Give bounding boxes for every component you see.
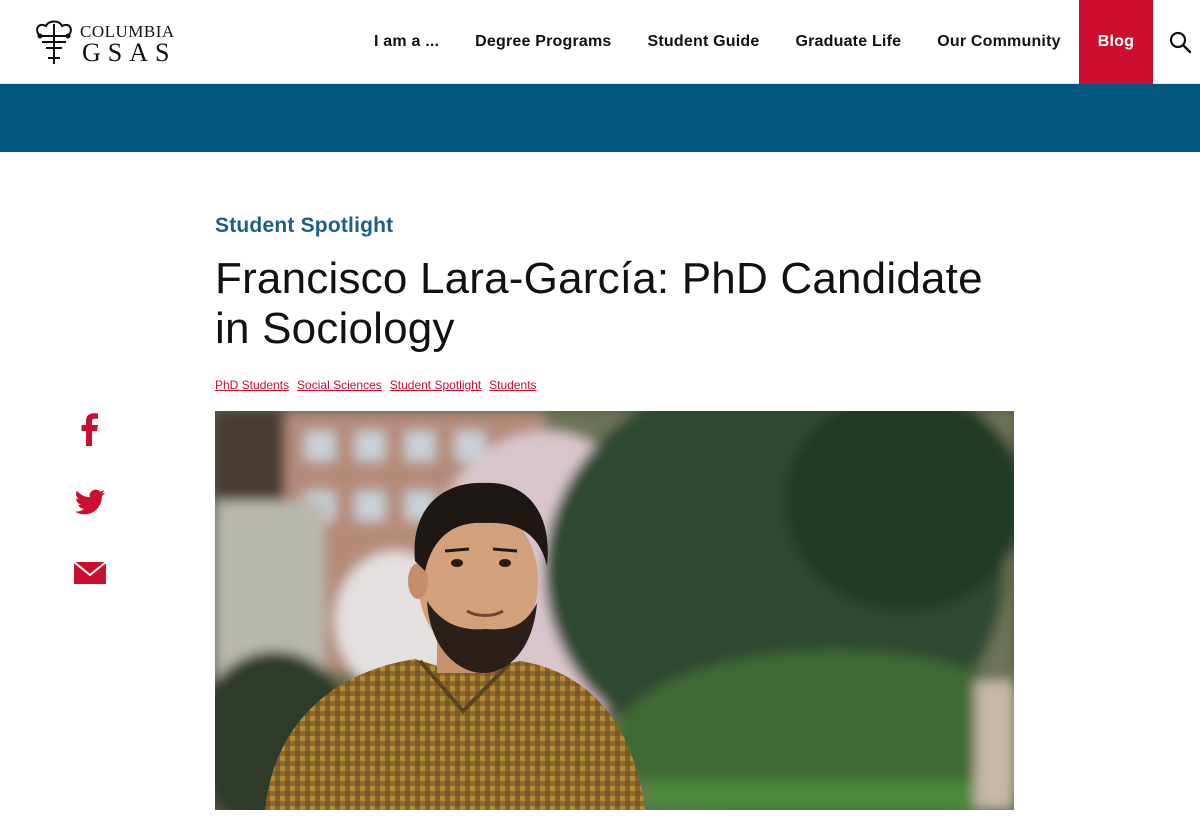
article-category[interactable]: Student Spotlight bbox=[215, 214, 393, 238]
nav-item-blog[interactable]: Blog bbox=[1078, 0, 1154, 84]
site-header: COLUMBIA GSAS I am a ... Degree Programs… bbox=[0, 0, 1200, 84]
email-share-button[interactable] bbox=[72, 554, 108, 590]
crown-icon bbox=[36, 20, 72, 64]
main-nav: I am a ... Degree Programs Student Guide… bbox=[356, 0, 1154, 84]
nav-item-student-guide[interactable]: Student Guide bbox=[630, 0, 778, 84]
columbia-gsas-logo[interactable]: COLUMBIA GSAS bbox=[32, 18, 192, 68]
email-icon bbox=[73, 561, 107, 584]
tag-student-spotlight[interactable]: Student Spotlight bbox=[390, 378, 481, 392]
nav-item-our-community[interactable]: Our Community bbox=[919, 0, 1079, 84]
facebook-icon bbox=[81, 413, 98, 446]
article-title: Francisco Lara-García: PhD Candidate in … bbox=[215, 254, 983, 353]
search-icon bbox=[1169, 31, 1192, 54]
nav-item-degree-programs[interactable]: Degree Programs bbox=[457, 0, 629, 84]
logo-line-2: GSAS bbox=[82, 38, 177, 67]
twitter-icon bbox=[74, 489, 105, 515]
hero-band bbox=[0, 84, 1200, 152]
nav-item-i-am-a[interactable]: I am a ... bbox=[356, 0, 457, 84]
tag-social-sciences[interactable]: Social Sciences bbox=[297, 378, 382, 392]
feature-photo bbox=[215, 411, 1014, 810]
article-tags: PhD Students Social Sciences Student Spo… bbox=[215, 378, 537, 392]
search-button[interactable] bbox=[1164, 26, 1196, 58]
facebook-share-button[interactable] bbox=[72, 412, 108, 448]
tag-students[interactable]: Students bbox=[489, 378, 536, 392]
nav-item-graduate-life[interactable]: Graduate Life bbox=[777, 0, 919, 84]
tag-phd-students[interactable]: PhD Students bbox=[215, 378, 289, 392]
twitter-share-button[interactable] bbox=[72, 484, 108, 520]
